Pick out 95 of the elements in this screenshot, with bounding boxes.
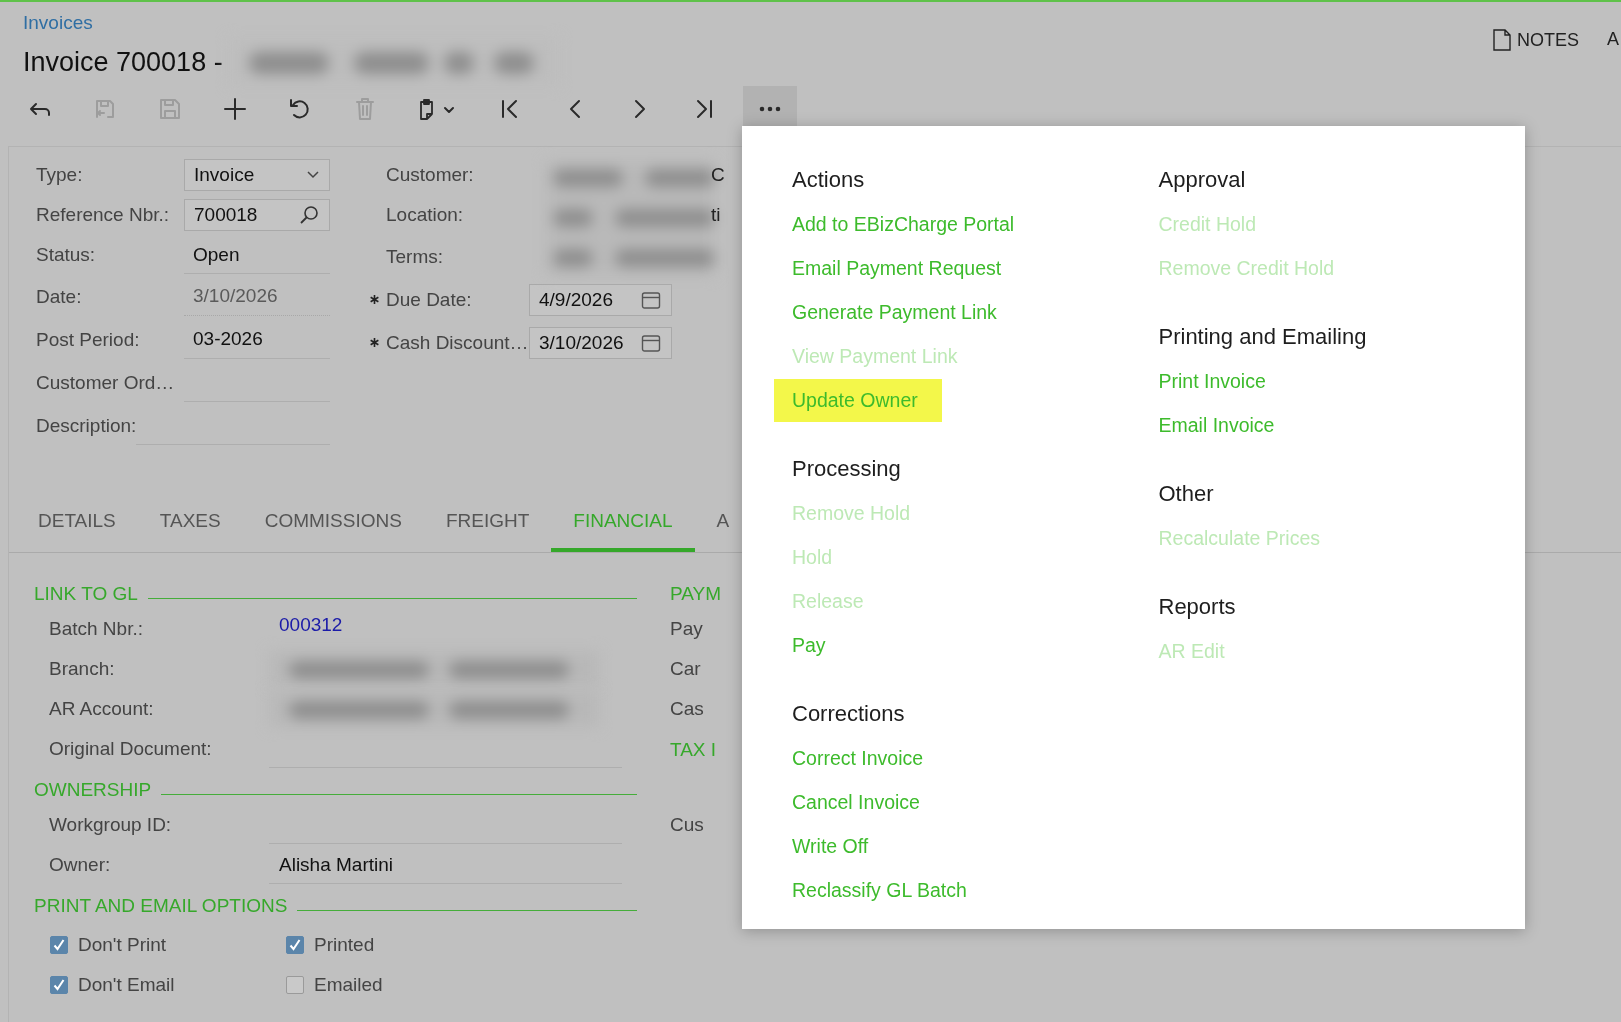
field-label: Due Date: <box>370 288 529 311</box>
checkbox-label: Don't Print <box>78 934 167 956</box>
checkmark-icon <box>51 977 67 993</box>
checkbox-label: Emailed <box>314 974 383 996</box>
trash-icon <box>354 97 375 121</box>
checkbox[interactable] <box>286 936 304 954</box>
checkbox-label: Don't Email <box>78 974 175 996</box>
back-arrow-icon <box>28 101 51 117</box>
field-label: Terms: <box>385 245 444 268</box>
menu-heading: Processing <box>792 455 902 483</box>
page-title: Invoice 700018 - <box>23 46 223 78</box>
menu-item[interactable]: Cancel Invoice <box>774 780 944 824</box>
text-field[interactable]: 03-2026 <box>184 320 330 359</box>
menu-heading: Corrections <box>792 700 906 728</box>
document-icon <box>1493 29 1511 51</box>
field-label: Car <box>670 657 702 681</box>
field-label: Original Document: <box>49 738 213 760</box>
menu-heading: Other <box>1158 480 1215 508</box>
checkbox[interactable] <box>50 936 68 954</box>
search-icon <box>299 205 319 225</box>
field-label: Reference Nbr.: <box>36 204 171 226</box>
menu-item[interactable]: Correct Invoice <box>774 736 948 780</box>
field-label: Batch Nbr.: <box>49 618 144 640</box>
checkmark-icon <box>287 937 303 953</box>
field-label: Pay <box>670 617 704 641</box>
section-title: TAX I <box>670 738 718 762</box>
date-field[interactable]: 4/9/2026 <box>529 283 672 316</box>
checkmark-icon <box>51 937 67 953</box>
menu-heading: Reports <box>1158 593 1237 621</box>
required-icon <box>370 338 379 347</box>
field-label: Status: <box>36 244 97 266</box>
text-field[interactable]: Alisha Martini <box>269 846 622 884</box>
menu-item[interactable]: Print Invoice <box>1140 359 1290 403</box>
tab[interactable]: FREIGHT <box>423 506 552 552</box>
tab[interactable]: A <box>694 506 752 552</box>
calendar-icon <box>641 289 661 310</box>
batch-link[interactable]: 000312 <box>269 614 343 636</box>
menu-item[interactable]: Email Invoice <box>1140 403 1299 447</box>
field-label: Cus <box>670 813 705 837</box>
menu-heading: Printing and Emailing <box>1158 323 1368 351</box>
field-label: Description: <box>36 414 137 437</box>
menu-heading: Approval <box>1158 166 1247 194</box>
field-label: Location: <box>385 204 465 226</box>
chevron-left-icon <box>568 99 581 119</box>
checkbox[interactable] <box>286 976 304 994</box>
field-label: Workgroup ID: <box>49 814 173 836</box>
checkbox[interactable] <box>50 976 68 994</box>
section-title: PRINT AND EMAIL OPTIONS <box>34 895 288 918</box>
field-value: C <box>711 164 723 186</box>
save-icon <box>94 99 115 119</box>
tab[interactable]: COMMISSIONS <box>242 506 424 552</box>
date-field[interactable]: 3/10/2026 <box>529 326 672 359</box>
breadcrumb-link[interactable]: Invoices <box>23 12 93 34</box>
field-label: Date: <box>36 285 83 308</box>
tab[interactable]: FINANCIAL <box>551 506 695 552</box>
field-label: Post Period: <box>36 328 141 351</box>
field-label: Customer Ord… <box>36 371 176 394</box>
menu-item[interactable]: Add to EBizCharge Portal <box>774 202 1039 246</box>
chevron-right-icon <box>633 99 646 119</box>
menu-item[interactable]: Generate Payment Link <box>774 290 1021 334</box>
undo-icon <box>288 98 311 120</box>
more-icon <box>759 106 781 112</box>
header-button[interactable]: A <box>1607 29 1621 50</box>
section-title: PAYM <box>670 582 722 606</box>
tab[interactable]: DETAILS <box>16 506 138 552</box>
plus-icon <box>223 98 246 120</box>
save-icon <box>158 98 181 120</box>
clipboard-icon <box>419 97 455 121</box>
field-label: Cas <box>670 697 705 721</box>
field-label: Cash Discount… <box>370 331 529 354</box>
menu-item[interactable]: Reclassify GL Batch <box>774 868 991 912</box>
menu-item[interactable]: Pay <box>774 623 850 667</box>
chevron-down-icon <box>307 171 319 179</box>
last-page-icon <box>696 99 713 119</box>
checkbox-label: Printed <box>314 934 375 956</box>
field-label: Customer: <box>385 164 475 186</box>
section-title: OWNERSHIP <box>34 779 152 802</box>
required-icon <box>370 295 379 304</box>
field-label: Owner: <box>49 854 112 876</box>
text-field[interactable]: Open <box>184 236 330 274</box>
menu-item[interactable]: Update Owner <box>774 378 942 422</box>
calendar-icon <box>641 332 661 353</box>
tab[interactable]: TAXES <box>137 506 243 552</box>
section-title: LINK TO GL <box>34 583 138 606</box>
notes-button[interactable]: NOTES <box>1493 29 1579 51</box>
type-dropdown[interactable]: Invoice <box>184 159 330 191</box>
field-label: Type: <box>36 164 84 186</box>
reference-field[interactable]: 700018 <box>184 199 330 231</box>
menu-heading: Actions <box>792 166 866 194</box>
field-value: ti <box>711 204 722 226</box>
menu-item[interactable]: Email Payment Request <box>774 246 1026 290</box>
field-label: Branch: <box>49 658 116 680</box>
field-label: AR Account: <box>49 698 155 720</box>
menu-item[interactable]: Write Off <box>774 824 893 868</box>
first-page-icon <box>501 99 518 119</box>
